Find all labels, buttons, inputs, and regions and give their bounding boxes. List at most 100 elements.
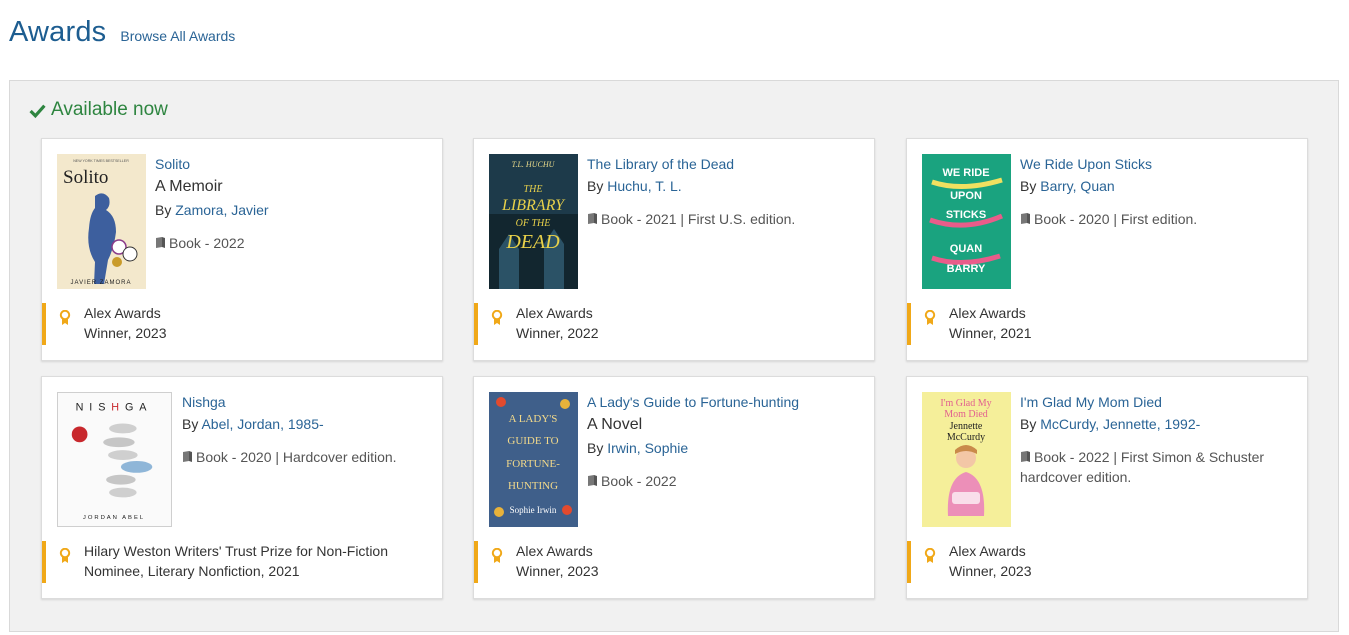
format-line: Book - 2021 | First U.S. edition. (587, 209, 862, 229)
svg-text:NISHGA: NISHGA (76, 402, 153, 414)
award-info: Alex Awards Winner, 2023 (907, 541, 1307, 583)
award-card-library-of-the-dead: T.L. HUCHU THE LIBRARY OF THE DEAD The L… (473, 138, 875, 361)
award-text: Hilary Weston Writers' Trust Prize for N… (84, 541, 388, 581)
svg-text:NEW YORK TIMES BESTSELLER: NEW YORK TIMES BESTSELLER (73, 159, 129, 163)
author-link[interactable]: McCurdy, Jennette, 1992- (1040, 416, 1200, 432)
award-info: Alex Awards Winner, 2023 (474, 541, 874, 583)
award-ribbon-icon (491, 548, 503, 563)
format-line: Book - 2022 (587, 471, 862, 491)
by-label: By (182, 416, 199, 433)
author-link[interactable]: Huchu, T. L. (607, 178, 681, 194)
book-info: Nishga By Abel, Jordan, 1985- Book - 202… (182, 392, 430, 467)
svg-text:STICKS: STICKS (946, 209, 986, 221)
award-detail: Winner, 2021 (949, 325, 1032, 341)
svg-text:OF THE: OF THE (516, 218, 551, 229)
award-card-we-ride-upon-sticks: WE RIDE UPON STICKS QUAN BARRY We Ride U… (906, 138, 1308, 361)
author-link[interactable]: Zamora, Javier (175, 202, 268, 218)
award-info: Alex Awards Winner, 2022 (474, 303, 874, 345)
book-cover-im-glad-my-mom-died[interactable]: I'm Glad My Mom Died Jennette McCurdy (922, 392, 1011, 527)
page-title: Awards (9, 16, 107, 48)
by-label: By (587, 440, 604, 457)
award-ribbon-icon (924, 548, 936, 563)
format-line: Book - 2022 | First Simon & Schuster hard… (1020, 447, 1295, 488)
format-text: Book - 2022 (601, 472, 677, 489)
award-text: Alex Awards Winner, 2021 (949, 303, 1032, 343)
book-title-link[interactable]: A Lady's Guide to Fortune-hunting (587, 392, 862, 412)
book-info: The Library of the Dead By Huchu, T. L. … (587, 154, 862, 229)
book-cover-nishga[interactable]: NISHGA JORDAN ABEL (57, 392, 172, 527)
book-cover-ladys-guide[interactable]: A LADY'S GUIDE TO FORTUNE- HUNTING Sophi… (489, 392, 578, 527)
svg-text:LIBRARY: LIBRARY (501, 197, 566, 214)
svg-text:Jennette: Jennette (950, 421, 983, 432)
book-info: We Ride Upon Sticks By Barry, Quan Book … (1020, 154, 1295, 229)
award-card-solito: NEW YORK TIMES BESTSELLER Solito JAVIER … (41, 138, 443, 361)
author-link[interactable]: Irwin, Sophie (607, 440, 688, 456)
award-detail: Winner, 2022 (516, 325, 599, 341)
author-line: By Huchu, T. L. (587, 176, 862, 196)
browse-all-awards-link[interactable]: Browse All Awards (120, 28, 235, 44)
book-title-link[interactable]: I'm Glad My Mom Died (1020, 392, 1295, 412)
award-info: Alex Awards Winner, 2023 (42, 303, 442, 345)
svg-text:GUIDE TO: GUIDE TO (507, 435, 558, 447)
by-label: By (155, 202, 172, 219)
svg-text:Sophie Irwin: Sophie Irwin (510, 505, 557, 515)
book-info: I'm Glad My Mom Died By McCurdy, Jennett… (1020, 392, 1295, 487)
award-ribbon-icon (491, 310, 503, 325)
book-cover-library-of-the-dead[interactable]: T.L. HUCHU THE LIBRARY OF THE DEAD (489, 154, 578, 289)
book-title-link[interactable]: Nishga (182, 392, 430, 412)
award-name: Alex Awards (516, 305, 593, 321)
book-cover-we-ride-upon-sticks[interactable]: WE RIDE UPON STICKS QUAN BARRY (922, 154, 1011, 289)
book-icon (588, 212, 597, 224)
book-icon (1021, 450, 1030, 462)
format-text: Book - 2020 | First edition. (1034, 210, 1198, 227)
book-subtitle: A Memoir (155, 178, 223, 196)
svg-text:QUAN: QUAN (950, 243, 982, 255)
author-line: By Zamora, Javier (155, 200, 430, 220)
award-ribbon-icon (59, 310, 71, 325)
award-text: Alex Awards Winner, 2023 (949, 541, 1032, 581)
svg-text:UPON: UPON (950, 190, 982, 202)
award-detail: Nominee, Literary Nonfiction, 2021 (84, 563, 300, 579)
available-now-panel: Available now NEW YORK TIMES BESTSELLER … (9, 80, 1339, 632)
award-ribbon-icon (924, 310, 936, 325)
format-text: Book - 2020 | Hardcover edition. (196, 448, 397, 465)
award-text: Alex Awards Winner, 2023 (84, 303, 167, 343)
award-card-im-glad-my-mom-died: I'm Glad My Mom Died Jennette McCurdy I'… (906, 376, 1308, 599)
author-link[interactable]: Abel, Jordan, 1985- (201, 416, 323, 432)
book-icon (156, 236, 165, 248)
svg-text:JAVIER ZAMORA: JAVIER ZAMORA (71, 280, 132, 286)
format-line: Book - 2022 (155, 233, 430, 253)
svg-text:JORDAN ABEL: JORDAN ABEL (83, 515, 145, 521)
format-text-continued: hardcover edition. (1020, 468, 1132, 485)
svg-text:Solito: Solito (63, 167, 108, 188)
author-link[interactable]: Barry, Quan (1040, 178, 1114, 194)
award-card-nishga: NISHGA JORDAN ABEL Nishga By Abel, Jorda… (41, 376, 443, 599)
award-text: Alex Awards Winner, 2023 (516, 541, 599, 581)
available-now-label: Available now (51, 99, 168, 120)
available-now-heading: Available now (29, 99, 168, 121)
book-cover-solito[interactable]: NEW YORK TIMES BESTSELLER Solito JAVIER … (57, 154, 146, 289)
svg-text:Mom Died: Mom Died (944, 409, 988, 420)
award-detail: Winner, 2023 (84, 325, 167, 341)
svg-text:DEAD: DEAD (505, 231, 560, 253)
svg-text:WE RIDE: WE RIDE (942, 167, 989, 179)
award-name: Alex Awards (84, 305, 161, 321)
author-line: By Irwin, Sophie (587, 438, 862, 458)
award-name: Alex Awards (949, 543, 1026, 559)
award-info: Alex Awards Winner, 2021 (907, 303, 1307, 345)
svg-text:FORTUNE-: FORTUNE- (506, 458, 560, 470)
checkmark-icon (29, 104, 46, 118)
book-title-link[interactable]: We Ride Upon Sticks (1020, 154, 1295, 174)
format-line: Book - 2020 | First edition. (1020, 209, 1295, 229)
award-name: Alex Awards (949, 305, 1026, 321)
format-text: Book - 2021 | First U.S. edition. (601, 210, 796, 227)
award-name: Hilary Weston Writers' Trust Prize for N… (84, 543, 389, 559)
author-line: By Barry, Quan (1020, 176, 1295, 196)
svg-text:HUNTING: HUNTING (508, 480, 558, 492)
svg-text:A LADY'S: A LADY'S (509, 413, 558, 425)
award-ribbon-icon (59, 548, 71, 563)
page-header: Awards Browse All Awards (9, 16, 235, 56)
svg-text:McCurdy: McCurdy (947, 432, 985, 443)
book-title-link[interactable]: Solito (155, 154, 430, 174)
book-title-link[interactable]: The Library of the Dead (587, 154, 862, 174)
